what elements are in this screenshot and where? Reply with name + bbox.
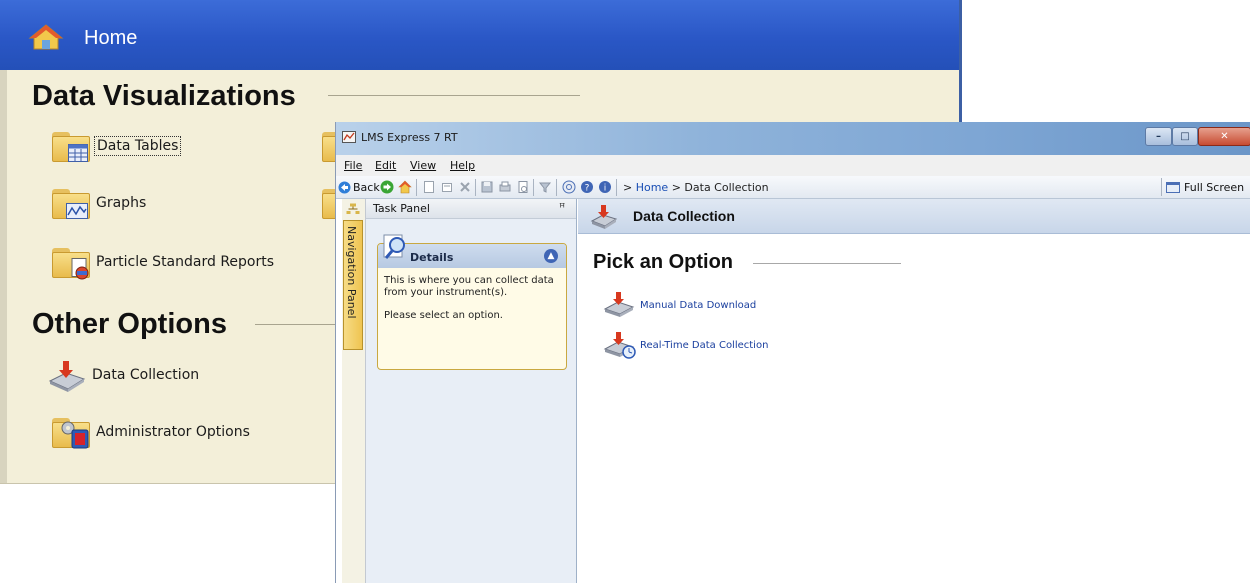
help-icon[interactable]: ? <box>580 180 594 194</box>
print-preview-icon[interactable] <box>516 180 530 194</box>
home-toolbar-icon[interactable] <box>398 180 412 194</box>
section-title-other-options: Other Options <box>32 308 227 340</box>
magnifier-details-icon <box>383 234 405 259</box>
home-item-data-tables[interactable]: Data Tables <box>48 126 182 166</box>
minimize-button[interactable]: – <box>1145 127 1172 146</box>
home-item-particle-standard-reports[interactable]: Particle Standard Reports <box>48 242 274 282</box>
data-collection-header-icon <box>590 205 618 229</box>
content-header-title: Data Collection <box>633 208 735 224</box>
menu-view[interactable]: View <box>410 159 436 172</box>
navigation-tree-icon[interactable] <box>346 203 360 215</box>
print-icon[interactable] <box>498 180 512 194</box>
menu-bar: File Edit View Help <box>336 155 1250 176</box>
menu-file[interactable]: File <box>344 159 362 172</box>
task-panel: Task Panel ꟸ Details ▲ This is where you… <box>366 199 577 583</box>
manual-download-icon <box>602 290 638 320</box>
real-time-collection-icon <box>602 330 638 360</box>
new-document-icon[interactable] <box>422 180 436 194</box>
app-icon <box>342 131 356 143</box>
details-description: This is where you can collect data from … <box>384 275 554 321</box>
home-item-data-collection[interactable]: Data Collection <box>44 355 199 395</box>
full-screen-button[interactable]: Full Screen <box>1161 178 1249 196</box>
home-item-label: Data Tables <box>93 136 182 156</box>
section-rule <box>255 324 335 325</box>
option-real-time-data-collection[interactable]: Real-Time Data Collection <box>602 330 768 360</box>
pick-an-option-title: Pick an Option <box>593 251 734 273</box>
properties-icon[interactable] <box>440 180 454 194</box>
details-box: Details ▲ This is where you can collect … <box>377 243 567 370</box>
menu-help[interactable]: Help <box>450 159 475 172</box>
navigation-panel-label: Navigation Panel <box>345 226 358 319</box>
menu-edit[interactable]: Edit <box>375 159 396 172</box>
section-rule <box>328 95 580 96</box>
graphs-folder-icon <box>48 183 94 223</box>
administrator-options-icon <box>48 412 94 452</box>
window-title: LMS Express 7 RT <box>361 131 458 144</box>
home-header: Home <box>0 0 959 70</box>
option-label: Manual Data Download <box>640 299 757 311</box>
details-title: Details <box>410 251 454 264</box>
option-manual-data-download[interactable]: Manual Data Download <box>602 290 756 320</box>
task-panel-body: Details ▲ This is where you can collect … <box>366 219 576 583</box>
toolbar-separator <box>416 179 417 196</box>
home-item-label: Data Collection <box>92 367 200 383</box>
back-label: Back <box>353 180 380 194</box>
breadcrumb: > Home > Data Collection <box>623 181 769 194</box>
option-label: Real-Time Data Collection <box>640 339 769 351</box>
toolbar-separator <box>556 179 557 196</box>
data-collection-icon <box>44 355 90 395</box>
section-rule <box>753 263 901 264</box>
title-bar[interactable]: LMS Express 7 RT – □ ✕ <box>336 122 1250 155</box>
home-item-graphs[interactable]: Graphs <box>48 183 146 223</box>
home-item-label: Particle Standard Reports <box>96 254 275 270</box>
home-title: Home <box>84 27 138 49</box>
save-icon[interactable] <box>480 180 494 194</box>
pin-icon[interactable]: ꟸ <box>559 201 565 214</box>
task-panel-header: Task Panel ꟸ <box>366 199 576 219</box>
home-icon <box>28 24 64 50</box>
reports-folder-icon <box>48 242 94 282</box>
back-arrow-icon <box>338 181 351 193</box>
toolbar: Back ? i > Home > Data Collection Full S… <box>336 176 1250 199</box>
task-panel-title: Task Panel <box>373 202 430 215</box>
content-header: Data Collection <box>578 199 1250 234</box>
maximize-button[interactable]: □ <box>1172 127 1198 146</box>
home-item-administrator-options[interactable]: Administrator Options <box>48 412 250 452</box>
back-button[interactable]: Back <box>338 179 380 195</box>
navigation-panel-strip: Navigation Panel <box>342 199 366 583</box>
data-tables-folder-icon <box>48 126 94 166</box>
toolbar-separator <box>533 179 534 196</box>
home-item-label: Graphs <box>96 195 147 211</box>
toolbar-separator <box>475 179 476 196</box>
home-item-label: Administrator Options <box>96 424 250 440</box>
info-icon[interactable]: i <box>598 180 612 194</box>
close-button[interactable]: ✕ <box>1198 127 1250 146</box>
svg-text:?: ? <box>585 184 590 194</box>
section-title-data-visualizations: Data Visualizations <box>32 80 296 112</box>
full-screen-icon <box>1166 181 1180 193</box>
email-icon[interactable] <box>562 180 576 194</box>
forward-arrow-icon[interactable] <box>380 180 394 194</box>
filter-icon[interactable] <box>538 180 552 194</box>
toolbar-separator <box>616 179 617 196</box>
collapse-chevron-icon[interactable]: ▲ <box>544 249 558 263</box>
breadcrumb-home-link[interactable]: Home <box>636 181 668 194</box>
home-window-left-edge <box>0 70 7 483</box>
app-window: LMS Express 7 RT – □ ✕ File Edit View He… <box>335 122 1250 583</box>
content-area: Data Collection Pick an Option Manual Da… <box>578 199 1250 583</box>
delete-icon[interactable] <box>458 180 472 194</box>
svg-text:i: i <box>604 184 607 194</box>
